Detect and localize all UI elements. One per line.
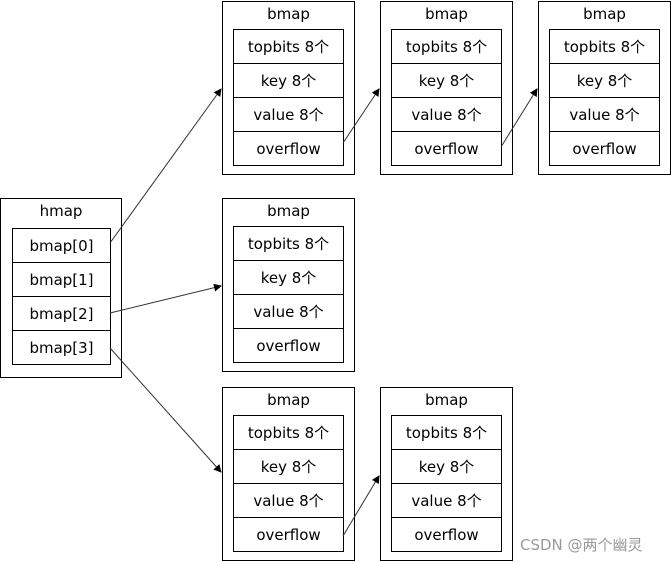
arrow-overflow-1 xyxy=(342,88,380,144)
arrow-bmap3-to-bucket xyxy=(109,347,222,473)
watermark: CSDN @两个幽灵 xyxy=(520,536,643,554)
arrow-bmap2-to-bucket xyxy=(109,283,222,314)
arrows xyxy=(109,88,538,537)
arrow-bmap0-to-bucket xyxy=(109,88,222,244)
arrow-overflow-2 xyxy=(500,88,538,148)
arrow-overflow-3 xyxy=(342,475,380,537)
